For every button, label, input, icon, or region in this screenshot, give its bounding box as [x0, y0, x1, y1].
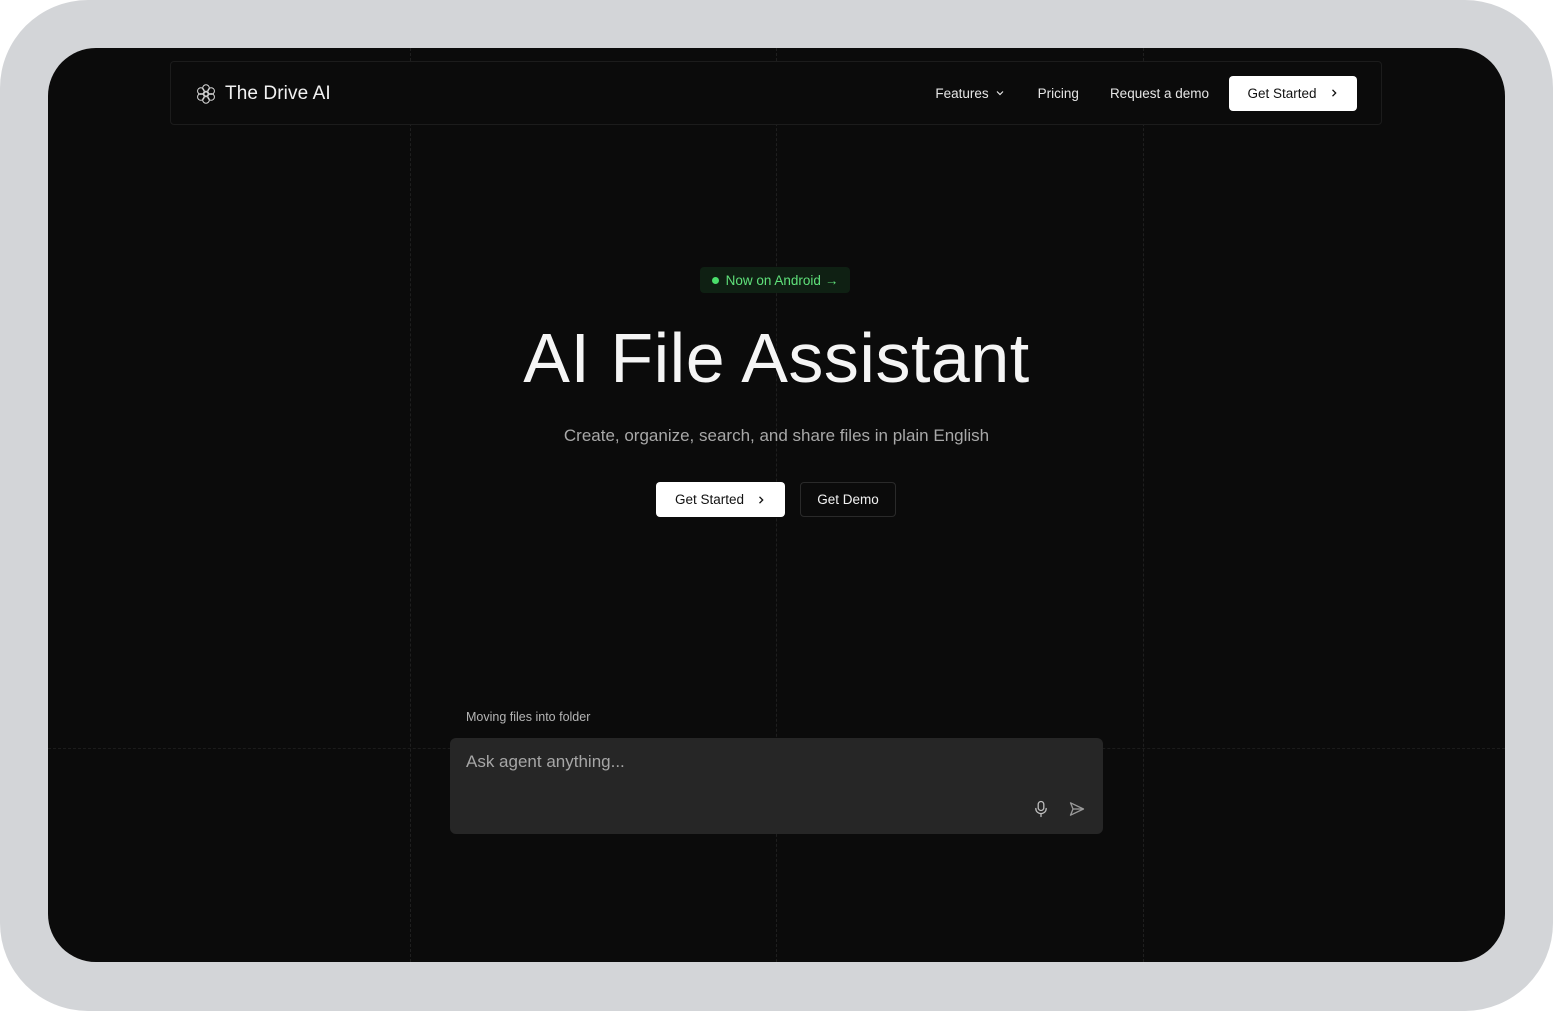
nav-links: Features Pricing Request a demo Get Star…: [935, 75, 1357, 111]
hero-title: AI File Assistant: [523, 319, 1030, 397]
hero-get-started-label: Get Started: [674, 492, 745, 507]
hero-get-started-button[interactable]: Get Started: [656, 482, 785, 517]
device-frame: The Drive AI Features Pricing Request a …: [0, 0, 1553, 1011]
agent-prompt-input[interactable]: [466, 750, 1026, 774]
hero-get-demo-button[interactable]: Get Demo: [800, 482, 896, 517]
nav-request-demo-link[interactable]: Request a demo: [1110, 86, 1209, 101]
flower-logo-icon: [197, 84, 215, 104]
chevron-right-icon: [759, 495, 764, 504]
agent-prompt-box: [450, 738, 1103, 834]
android-badge[interactable]: Now on Android →: [700, 267, 850, 293]
status-dot: [711, 276, 719, 284]
grid-line: [410, 48, 411, 962]
nav-get-started-label: Get Started: [1247, 85, 1317, 101]
brand[interactable]: The Drive AI: [195, 82, 331, 106]
nav-features-dropdown[interactable]: Features: [935, 86, 1004, 101]
chevron-down-icon: [996, 91, 1004, 96]
hero-subtitle: Create, organize, search, and share file…: [563, 426, 990, 445]
app-screen: The Drive AI Features Pricing Request a …: [48, 48, 1505, 962]
nav-features-label: Features: [935, 85, 989, 101]
arrow-right-icon: →: [824, 272, 839, 288]
send-icon[interactable]: [1069, 801, 1085, 817]
nav-get-started-button[interactable]: Get Started: [1229, 75, 1357, 111]
nav-pricing-link[interactable]: Pricing: [1038, 86, 1079, 101]
chevron-right-icon: [1331, 89, 1337, 97]
badge-label: Now on Android: [725, 272, 821, 288]
microphone-icon[interactable]: [1033, 800, 1049, 818]
top-navbar: The Drive AI Features Pricing Request a …: [170, 61, 1382, 125]
agent-status-text: Moving files into folder: [466, 710, 591, 724]
brand-name: The Drive AI: [225, 83, 331, 104]
grid-line: [1143, 48, 1144, 962]
